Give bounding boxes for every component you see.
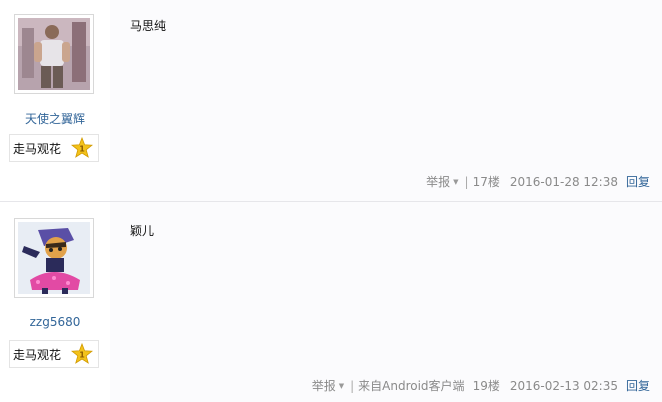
separator: |	[464, 174, 469, 189]
post-17: 天使之翼辉 走马观花 1 马思纯 举报 ▼ | 17楼 2016-01-28 1…	[0, 0, 662, 202]
username[interactable]: zzg5680	[0, 315, 110, 329]
source-app-link[interactable]: Android客户端	[382, 377, 464, 394]
rank-level: 1	[79, 351, 85, 360]
rank-label: 走马观花	[13, 347, 62, 362]
author-sidebar: zzg5680 走马观花 1	[0, 202, 110, 402]
author-sidebar: 天使之翼辉 走马观花 1	[0, 0, 110, 202]
post-19: zzg5680 走马观花 1 颖儿 举报 ▼ | 来自 Android客户端 1…	[0, 202, 662, 402]
user-rank-badge: 走马观花 1	[9, 134, 99, 162]
user-rank-badge: 走马观花 1	[9, 340, 99, 368]
avatar-photo-man	[18, 18, 90, 90]
floor-number: 17楼	[472, 175, 500, 189]
rank-label: 走马观花	[13, 141, 62, 156]
post-text: 颖儿	[130, 224, 155, 238]
chevron-down-icon[interactable]: ▼	[453, 178, 458, 186]
star-level-icon: 1	[71, 343, 94, 364]
post-time: 2016-01-28 12:38	[509, 174, 618, 189]
floor-number: 19楼	[472, 379, 500, 393]
report-link[interactable]: 举报	[312, 377, 336, 394]
avatar[interactable]	[14, 218, 94, 298]
reply-link[interactable]: 回复	[626, 377, 650, 394]
separator: |	[350, 378, 355, 393]
avatar-cartoon-girl	[18, 222, 90, 294]
avatar[interactable]	[14, 14, 94, 94]
post-content: 颖儿 举报 ▼ | 来自 Android客户端 19楼 2016-02-13 0…	[110, 202, 662, 402]
post-content: 马思纯 举报 ▼ | 17楼 2016-01-28 12:38 回复	[110, 0, 662, 202]
post-footer: 举报 ▼ | 17楼 2016-01-28 12:38 回复	[426, 173, 650, 190]
username[interactable]: 天使之翼辉	[0, 110, 110, 127]
source-prefix: 来自	[358, 379, 383, 393]
post-footer: 举报 ▼ | 来自 Android客户端 19楼 2016-02-13 02:3…	[312, 377, 650, 394]
reply-link[interactable]: 回复	[626, 173, 650, 190]
post-text: 马思纯	[130, 19, 167, 33]
chevron-down-icon[interactable]: ▼	[339, 382, 344, 390]
rank-level: 1	[79, 145, 85, 154]
post-time: 2016-02-13 02:35	[509, 378, 618, 393]
star-level-icon: 1	[71, 137, 94, 158]
report-link[interactable]: 举报	[426, 173, 450, 190]
